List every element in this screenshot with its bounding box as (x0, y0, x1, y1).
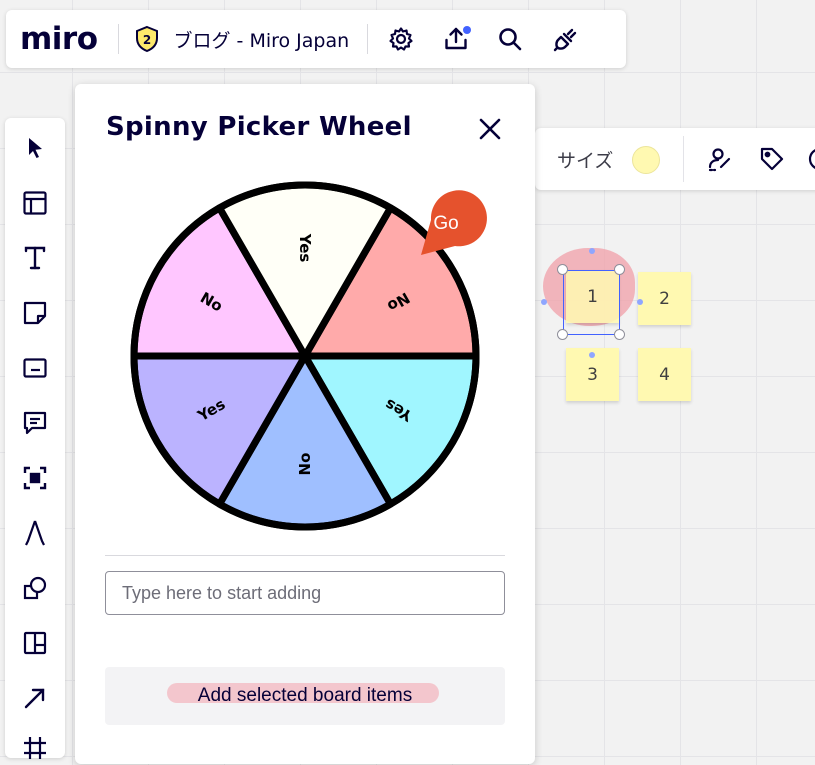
frame-icon[interactable] (18, 461, 52, 495)
divider (105, 555, 505, 556)
resize-handle[interactable] (557, 264, 568, 275)
plan-badge-number: 2 (142, 33, 150, 47)
add-selected-items-label: Add selected board items (197, 685, 413, 706)
upload-share-icon[interactable] (439, 22, 473, 56)
connector-dot[interactable] (589, 248, 595, 254)
templates-frame-icon[interactable] (18, 186, 52, 220)
size-color-swatch[interactable] (632, 146, 660, 174)
pen-icon[interactable] (18, 516, 52, 550)
sticky-note[interactable]: 4 (638, 348, 691, 401)
top-bar: miro 2 ブログ - Miro Japan (6, 10, 626, 68)
wheel-segment-label: Yes (296, 233, 314, 263)
more-options-icon[interactable] (807, 146, 815, 176)
miro-logo[interactable]: miro (20, 21, 98, 57)
resize-handle[interactable] (614, 329, 625, 340)
picker-wheel[interactable]: NoYesNoYesNoYesGo (75, 84, 535, 554)
plan-badge-icon[interactable]: 2 (130, 22, 164, 56)
sticky-note-icon[interactable] (18, 296, 52, 330)
kanban-icon[interactable] (18, 626, 52, 660)
creation-toolbar (5, 118, 65, 759)
selection-box[interactable] (563, 270, 620, 335)
sticky-note-label: 3 (587, 364, 598, 385)
connector-dot[interactable] (541, 299, 547, 305)
assign-user-icon[interactable] (707, 146, 733, 176)
go-button-label: Go (433, 213, 458, 234)
resize-handle[interactable] (557, 329, 568, 340)
sticky-note-label: 4 (659, 364, 670, 385)
add-selected-items-button[interactable]: Add selected board items (105, 667, 505, 725)
board-name[interactable]: ブログ - Miro Japan (174, 26, 350, 53)
picker-wheel-panel: Spinny Picker Wheel NoYesNoYesNoYesGo Ad… (75, 84, 535, 764)
add-option-input[interactable] (105, 571, 505, 615)
wheel-segment-label: No (296, 453, 314, 476)
tag-icon[interactable] (759, 146, 785, 176)
connector-dot[interactable] (589, 352, 595, 358)
divider (367, 24, 369, 54)
shapes-icon[interactable] (18, 571, 52, 605)
go-button[interactable]: Go (421, 190, 487, 255)
divider (117, 24, 119, 54)
size-label[interactable]: サイズ (557, 146, 613, 173)
plug-integrations-icon[interactable] (549, 22, 583, 56)
select-cursor-icon[interactable] (18, 131, 52, 165)
sticky-note[interactable]: 2 (638, 272, 691, 325)
card-icon[interactable] (18, 351, 52, 385)
text-icon[interactable] (18, 241, 52, 275)
connector-dot[interactable] (637, 299, 643, 305)
sticky-note-label: 2 (659, 288, 670, 309)
grid-icon[interactable] (18, 731, 52, 765)
resize-handle[interactable] (614, 264, 625, 275)
divider (683, 136, 684, 182)
settings-gear-icon[interactable] (384, 22, 418, 56)
notification-dot (463, 26, 472, 34)
search-icon[interactable] (493, 22, 527, 56)
comment-icon[interactable] (18, 406, 52, 440)
arrow-line-icon[interactable] (18, 681, 52, 715)
context-toolbar: サイズ (535, 128, 815, 190)
